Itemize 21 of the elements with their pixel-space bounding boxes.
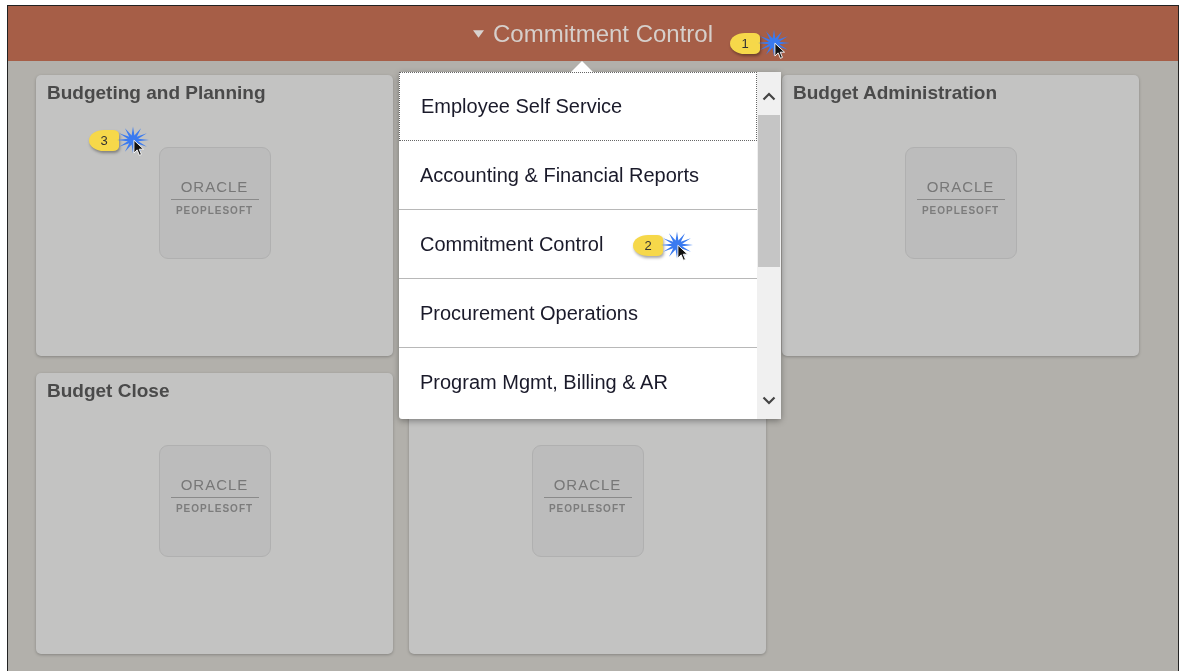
tile-title: Budget Administration bbox=[793, 82, 998, 105]
caret-icon bbox=[472, 29, 484, 38]
logo-text: ORACLE bbox=[926, 179, 995, 195]
scroll-thumb[interactable] bbox=[758, 115, 780, 267]
scrollbar[interactable] bbox=[757, 72, 781, 419]
logo-text: ORACLE bbox=[553, 477, 622, 493]
logo-text: ORACLE bbox=[180, 179, 249, 195]
cursor-icon bbox=[774, 42, 785, 60]
tile[interactable]: Budget Administration ORACLE PEOPLESOFT bbox=[782, 75, 1139, 356]
logo-text: PEOPLESOFT bbox=[175, 205, 254, 217]
tile-title: Budget Close bbox=[47, 380, 170, 403]
scroll-down-icon[interactable] bbox=[762, 396, 776, 405]
tile-title: Budgeting and Planning bbox=[47, 82, 266, 105]
logo-text: PEOPLESOFT bbox=[175, 503, 254, 515]
scroll-up-icon[interactable] bbox=[762, 92, 776, 101]
logo-text: PEOPLESOFT bbox=[548, 503, 627, 515]
logo-text: PEOPLESOFT bbox=[921, 205, 1000, 217]
tile[interactable]: Budget Close ORACLE PEOPLESOFT bbox=[36, 373, 393, 654]
cursor-icon bbox=[677, 244, 688, 262]
cursor-icon bbox=[133, 139, 144, 157]
logo-text: ORACLE bbox=[180, 477, 249, 493]
